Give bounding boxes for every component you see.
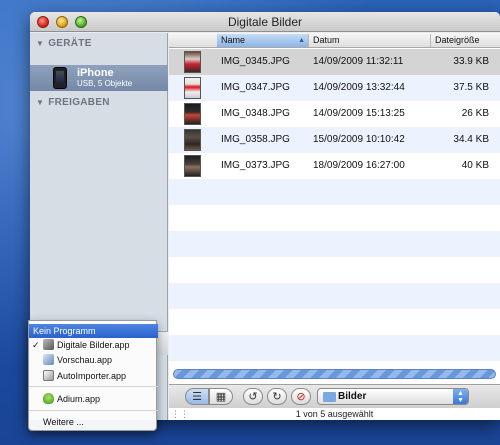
- sidebar-header-shares[interactable]: ▼ FREIGABEN: [36, 97, 110, 108]
- file-name: IMG_0358.JPG: [221, 134, 290, 145]
- no-entry-icon: ⊘: [296, 391, 306, 403]
- table-row[interactable]: IMG_0345.JPG 14/09/2009 11:32:11 33.9 KB: [169, 49, 500, 75]
- column-header-size[interactable]: Dateigröße: [431, 34, 500, 47]
- table-row[interactable]: IMG_0358.JPG 15/09/2009 10:10:42 34.4 KB: [169, 127, 500, 153]
- import-folder-select[interactable]: Bilder ▲ ▼: [317, 388, 469, 405]
- file-date: 14/09/2009 11:32:11: [313, 56, 404, 67]
- photo-thumbnail: [184, 129, 201, 151]
- empty-row: [169, 231, 500, 257]
- sidebar-item-iphone[interactable]: iPhone USB, 5 Objekte: [30, 65, 168, 91]
- folder-icon: [323, 392, 336, 402]
- menu-item-adium[interactable]: Adium.app: [29, 392, 158, 406]
- column-header-name[interactable]: Name ▲: [217, 34, 309, 47]
- empty-row: [169, 179, 500, 205]
- menu-item-label: Vorschau.app: [57, 355, 113, 365]
- file-date: 18/09/2009 16:27:00: [313, 160, 405, 171]
- sidebar-header-label: FREIGABEN: [48, 97, 110, 108]
- column-header-label: Name: [221, 35, 246, 45]
- rotate-left-button[interactable]: ↺: [243, 388, 263, 405]
- list-icon: ☰: [192, 391, 202, 403]
- disclosure-triangle-icon: ▼: [36, 39, 45, 48]
- empty-row: [169, 309, 500, 335]
- photo-thumbnail: [184, 155, 201, 177]
- table-row[interactable]: IMG_0348.JPG 14/09/2009 15:13:25 26 KB: [169, 101, 500, 127]
- device-subtitle: USB, 5 Objekte: [77, 79, 133, 88]
- application-popup-menu: Kein Programm ✓ Digitale Bilder.app Vors…: [28, 320, 158, 431]
- rotate-right-button[interactable]: ↻: [267, 388, 287, 405]
- device-name: iPhone: [77, 67, 114, 79]
- file-name: IMG_0347.JPG: [221, 82, 290, 93]
- import-folder-value: Bilder: [338, 391, 367, 402]
- autoimporter-app-icon: [43, 370, 54, 381]
- menu-item-label: Adium.app: [57, 394, 101, 404]
- empty-row: [169, 283, 500, 309]
- import-progress-bar: [173, 369, 496, 379]
- file-size: 33.9 KB: [453, 56, 489, 67]
- menu-item-label: Digitale Bilder.app: [57, 340, 130, 350]
- delete-button[interactable]: ⊘: [291, 388, 311, 405]
- file-size: 37.5 KB: [453, 82, 489, 93]
- rotate-right-icon: ↻: [272, 391, 282, 403]
- column-headers: Name ▲ Datum Dateigröße: [169, 33, 500, 48]
- grid-icon: ▦: [215, 391, 227, 403]
- file-list: IMG_0345.JPG 14/09/2009 11:32:11 33.9 KB…: [169, 49, 500, 361]
- grid-view-button[interactable]: ▦: [209, 388, 233, 405]
- file-date: 14/09/2009 13:32:44: [313, 82, 405, 93]
- window-title: Digitale Bilder: [227, 15, 303, 29]
- empty-row: [169, 257, 500, 283]
- chevron-updown-icon: ▲ ▼: [453, 389, 468, 404]
- title-bar[interactable]: Digitale Bilder: [30, 12, 500, 32]
- menu-separator: [29, 410, 158, 411]
- file-name: IMG_0348.JPG: [221, 108, 290, 119]
- menu-item-autoimporter[interactable]: AutoImporter.app: [29, 369, 158, 383]
- status-text: 1 von 5 ausgewählt: [295, 409, 374, 419]
- rotate-left-icon: ↺: [248, 391, 258, 403]
- sidebar-header-devices[interactable]: ▼ GERÄTE: [36, 38, 92, 49]
- menu-item-vorschau[interactable]: Vorschau.app: [29, 353, 158, 367]
- menu-item-label: AutoImporter.app: [57, 371, 127, 381]
- menu-separator: [29, 386, 158, 387]
- file-date: 15/09/2009 10:10:42: [313, 134, 405, 145]
- file-date: 14/09/2009 15:13:25: [313, 108, 405, 119]
- table-row[interactable]: IMG_0347.JPG 14/09/2009 13:32:44 37.5 KB: [169, 75, 500, 101]
- file-size: 40 KB: [461, 160, 489, 171]
- photo-thumbnail: [184, 77, 201, 99]
- sidebar-header-label: GERÄTE: [48, 38, 92, 49]
- empty-row: [169, 335, 500, 361]
- preview-app-icon: [43, 354, 54, 365]
- file-size: 26 KB: [461, 108, 489, 119]
- file-name: IMG_0373.JPG: [221, 160, 290, 171]
- photo-thumbnail: [184, 103, 201, 125]
- disclosure-triangle-icon: ▼: [36, 98, 45, 107]
- menu-item-more[interactable]: Weitere ...: [29, 415, 158, 429]
- adium-app-icon: [43, 393, 54, 404]
- table-row[interactable]: IMG_0373.JPG 18/09/2009 16:27:00 40 KB: [169, 153, 500, 179]
- checkmark-icon: ✓: [32, 340, 40, 350]
- column-header-date[interactable]: Datum: [309, 34, 431, 47]
- list-view-button[interactable]: ☰: [185, 388, 209, 405]
- file-name: IMG_0345.JPG: [221, 56, 290, 67]
- photo-thumbnail: [184, 51, 201, 73]
- menu-item-digitale-bilder[interactable]: ✓ Digitale Bilder.app: [29, 338, 158, 352]
- menu-item-no-application[interactable]: Kein Programm: [29, 324, 158, 338]
- empty-row: [169, 205, 500, 231]
- file-size: 34.4 KB: [453, 134, 489, 145]
- camera-app-icon: [43, 339, 54, 350]
- progress-fill: [174, 370, 495, 378]
- sort-ascending-icon: ▲: [298, 37, 305, 44]
- iphone-icon: [53, 67, 67, 89]
- bottom-toolbar: ☰ ▦ ↺ ↻ ⊘ Bilder ▲ ▼: [169, 384, 500, 408]
- file-browser: Name ▲ Datum Dateigröße IMG_0345.JPG 14/…: [169, 33, 500, 420]
